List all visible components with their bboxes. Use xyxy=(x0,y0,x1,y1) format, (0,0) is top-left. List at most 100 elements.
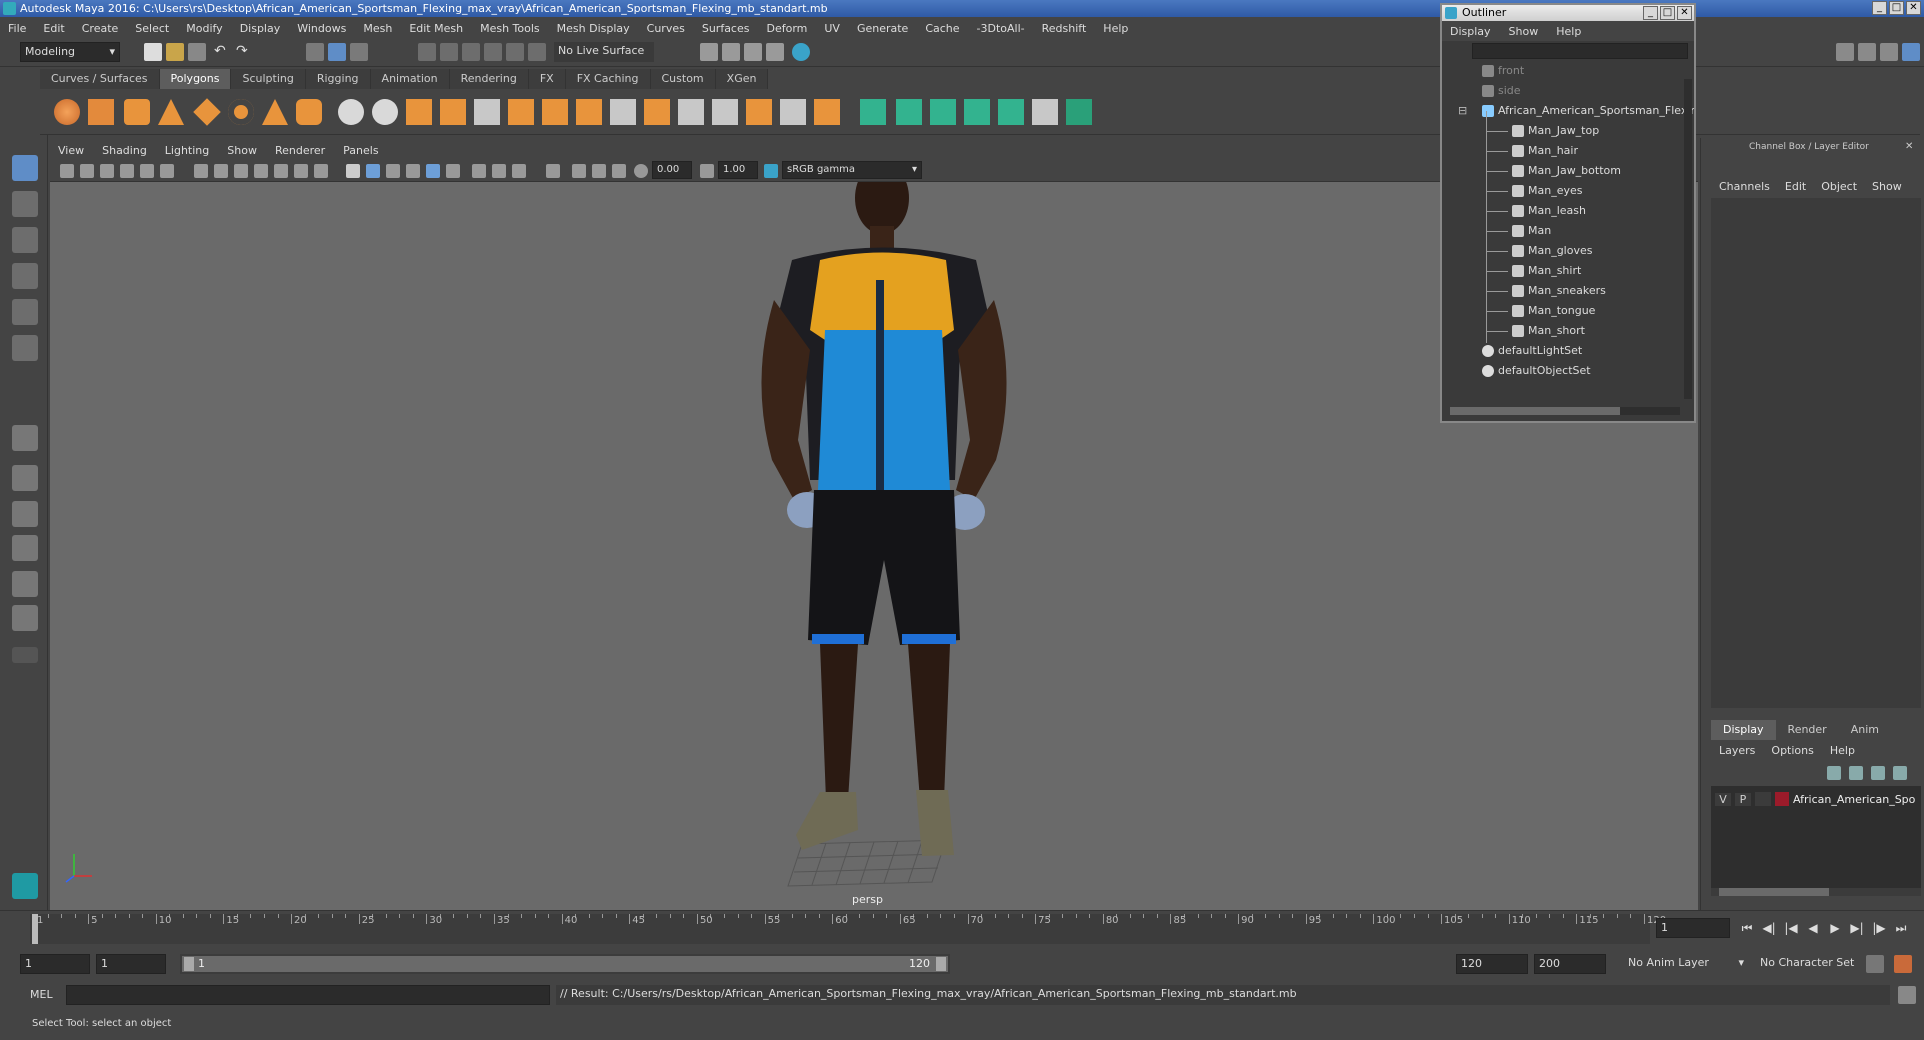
animation-end-field[interactable]: 200 xyxy=(1534,954,1606,974)
outliner-item[interactable]: Man_eyes xyxy=(1486,181,1582,201)
snap-grid-icon[interactable] xyxy=(418,43,436,61)
shelf-tab-rigging[interactable]: Rigging xyxy=(305,69,371,89)
step-forward-key-icon[interactable]: |▶ xyxy=(1872,921,1886,935)
smooth-icon[interactable] xyxy=(440,99,466,125)
menu-file[interactable]: File xyxy=(8,22,26,35)
outliner-item[interactable]: ⊟ African_American_Sportsman_Flexing xyxy=(1458,101,1694,121)
step-back-frame-icon[interactable]: |◀ xyxy=(1784,921,1798,935)
snap-live-icon[interactable] xyxy=(528,43,546,61)
menu-select[interactable]: Select xyxy=(135,22,169,35)
step-back-key-icon[interactable]: ◀︎| xyxy=(1762,921,1776,935)
fill-hole-icon[interactable] xyxy=(814,99,840,125)
four-view-layout-icon[interactable] xyxy=(12,465,38,491)
menu-edit[interactable]: Edit xyxy=(43,22,64,35)
rotate-tool-icon[interactable] xyxy=(12,299,38,325)
range-slider-bar[interactable]: 1 120 xyxy=(182,956,948,972)
shelf-tab-xgen[interactable]: XGen xyxy=(715,69,769,89)
layer-scroll-thumb[interactable] xyxy=(1719,888,1829,896)
snap-curve-icon[interactable] xyxy=(440,43,458,61)
character-set-selector[interactable]: No Character Set xyxy=(1756,954,1868,974)
viewport-menu-panels[interactable]: Panels xyxy=(343,144,378,157)
minimize-button[interactable]: _ xyxy=(1872,1,1887,15)
menu-uv[interactable]: UV xyxy=(824,22,840,35)
outliner-vertical-scrollbar[interactable] xyxy=(1684,79,1692,399)
mode-selector[interactable]: Modeling ▾ xyxy=(20,42,120,62)
layer-playback-toggle[interactable]: P xyxy=(1735,792,1751,806)
render-frame-icon[interactable] xyxy=(722,43,740,61)
menu-3dtoall[interactable]: -3DtoAll- xyxy=(977,22,1025,35)
outliner-menu-help[interactable]: Help xyxy=(1556,25,1581,38)
isolate-select-icon[interactable] xyxy=(546,164,560,178)
outliner-search-input[interactable] xyxy=(1472,43,1688,59)
menu-deform[interactable]: Deform xyxy=(766,22,807,35)
redo-icon[interactable]: ↷ xyxy=(236,43,254,61)
smooth-shade-icon[interactable] xyxy=(366,164,380,178)
graph-layout-icon[interactable] xyxy=(12,571,38,597)
menu-surfaces[interactable]: Surfaces xyxy=(702,22,750,35)
outliner-item[interactable]: front xyxy=(1482,61,1524,81)
poly-cone-icon[interactable] xyxy=(158,99,184,125)
current-frame-field[interactable]: 1 xyxy=(1656,918,1730,938)
uv-editor-icon[interactable] xyxy=(998,99,1024,125)
animation-preferences-icon[interactable] xyxy=(1894,955,1912,973)
outliner-item[interactable]: Man_sneakers xyxy=(1486,281,1606,301)
textured-icon[interactable] xyxy=(406,164,420,178)
channelbox-menu-object[interactable]: Object xyxy=(1821,180,1857,193)
hypershade-icon[interactable] xyxy=(792,43,810,61)
menu-generate[interactable]: Generate xyxy=(857,22,908,35)
new-scene-icon[interactable] xyxy=(144,43,162,61)
extrude-icon[interactable] xyxy=(542,99,568,125)
viewport-menu-view[interactable]: View xyxy=(58,144,84,157)
insert-edge-loop-icon[interactable] xyxy=(678,99,704,125)
layer-row[interactable]: V P African_American_Spo xyxy=(1711,790,1921,808)
playback-start-field[interactable]: 1 xyxy=(96,954,166,974)
hypershade-layout-icon[interactable] xyxy=(12,605,38,631)
menu-mesh-display[interactable]: Mesh Display xyxy=(557,22,630,35)
command-language-label[interactable]: MEL xyxy=(30,988,53,1001)
single-perspective-layout-icon[interactable] xyxy=(12,425,38,451)
camera-attributes-icon[interactable] xyxy=(80,164,94,178)
poly-plane-icon[interactable] xyxy=(193,98,221,126)
move-layer-down-icon[interactable] xyxy=(1849,766,1863,780)
layer-menu-options[interactable]: Options xyxy=(1771,744,1813,757)
snap-point-icon[interactable] xyxy=(462,43,480,61)
poly-torus-icon[interactable] xyxy=(228,99,254,125)
shelf-tab-rendering[interactable]: Rendering xyxy=(449,69,529,89)
outliner-menu-display[interactable]: Display xyxy=(1450,25,1491,38)
outliner-maximize-button[interactable]: □ xyxy=(1660,6,1675,20)
outliner-horizontal-scrollbar[interactable] xyxy=(1450,407,1680,415)
layer-color-swatch[interactable] xyxy=(1775,792,1789,806)
wireframe-on-shaded-icon[interactable] xyxy=(386,164,400,178)
layer-tab-anim[interactable]: Anim xyxy=(1839,720,1891,740)
layer-menu-help[interactable]: Help xyxy=(1830,744,1855,757)
render-settings-icon[interactable] xyxy=(766,43,784,61)
close-button[interactable]: ✕ xyxy=(1906,1,1921,15)
safe-title-icon[interactable] xyxy=(314,164,328,178)
select-component-icon[interactable] xyxy=(350,43,368,61)
viewport-menu-renderer[interactable]: Renderer xyxy=(275,144,325,157)
outliner-item[interactable]: Man xyxy=(1486,221,1551,241)
modeling-toolkit-icon[interactable] xyxy=(1836,43,1854,61)
shelf-tab-fx[interactable]: FX xyxy=(528,69,566,89)
viewport-menu-lighting[interactable]: Lighting xyxy=(165,144,209,157)
command-input[interactable] xyxy=(66,985,550,1005)
snap-surface-icon[interactable] xyxy=(506,43,524,61)
select-hierarchy-icon[interactable] xyxy=(306,43,324,61)
poly-cube-icon[interactable] xyxy=(88,99,114,125)
safe-action-icon[interactable] xyxy=(294,164,308,178)
render-region-icon[interactable] xyxy=(700,43,718,61)
shadows-icon[interactable] xyxy=(446,164,460,178)
outliner-item[interactable]: defaultObjectSet xyxy=(1482,361,1591,381)
screen-space-ao-icon[interactable] xyxy=(472,164,486,178)
go-to-end-icon[interactable]: ⏭ xyxy=(1894,921,1908,935)
paint-select-tool-icon[interactable] xyxy=(12,227,38,253)
target-weld-icon[interactable] xyxy=(644,99,670,125)
outliner-close-button[interactable]: ✕ xyxy=(1677,6,1692,20)
menu-edit-mesh[interactable]: Edit Mesh xyxy=(409,22,463,35)
select-object-icon[interactable] xyxy=(328,43,346,61)
live-surface-field[interactable]: No Live Surface xyxy=(554,42,654,62)
time-slider[interactable]: 1 5 10 15 20 25 30 35 40 45 50 55 60 65 70 75 80 85 90 95 10… xyxy=(30,914,1666,944)
poly-pyramid-icon[interactable] xyxy=(262,99,288,125)
play-forward-icon[interactable]: ▶ xyxy=(1828,921,1842,935)
planar-uv-icon[interactable] xyxy=(860,99,886,125)
